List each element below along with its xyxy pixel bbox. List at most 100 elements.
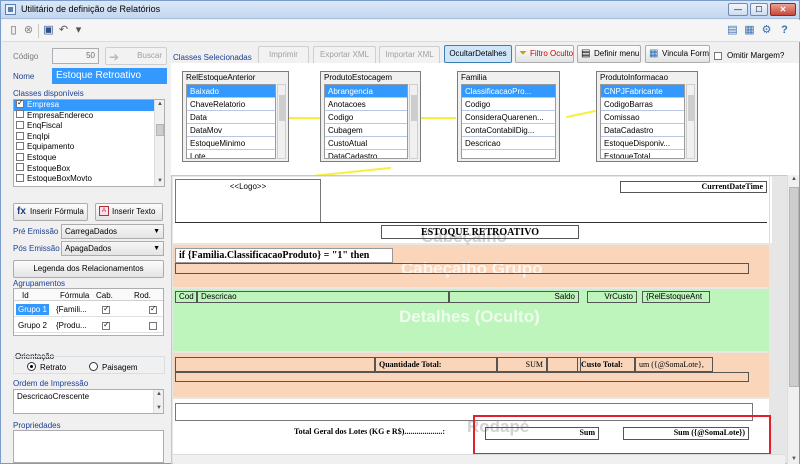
buscar-button[interactable]: ➔ Buscar: [105, 47, 167, 65]
table-field[interactable]: CustoAtual: [325, 137, 407, 150]
cab-checkbox[interactable]: [102, 320, 110, 330]
agrup-id[interactable]: Grupo 1: [16, 304, 49, 315]
table-scrollbar[interactable]: [277, 84, 286, 159]
current-date-time-field[interactable]: CurrentDateTime: [620, 181, 767, 193]
importar-xml-button[interactable]: Importar XML: [379, 46, 440, 64]
filtro-oculto-button[interactable]: ⏷ Filtro Oculto: [515, 45, 574, 63]
save-icon[interactable]: ▣: [42, 24, 55, 37]
group-footer-line-field[interactable]: [175, 372, 749, 382]
table-fields[interactable]: CNPJFabricante CodigoBarras Comissao DataCa…: [600, 84, 685, 159]
scroll-down-icon[interactable]: ▼: [155, 177, 164, 186]
class-list-item[interactable]: Equipamento: [14, 142, 164, 153]
inserir-texto-button[interactable]: A Inserir Texto: [95, 203, 163, 221]
table-field[interactable]: EstoqueDisponiv...: [601, 137, 684, 150]
table-field[interactable]: EstoqueTotal: [601, 150, 684, 158]
codigo-field[interactable]: 50: [52, 48, 99, 64]
class-list-item[interactable]: EstoqueBox: [14, 163, 164, 175]
scroll-up-icon[interactable]: ▲: [788, 175, 800, 184]
table-fields[interactable]: ClassificacaoPro... Codigo ConsideraQuaren…: [461, 84, 556, 159]
scroll-thumb[interactable]: [156, 124, 164, 136]
rod-checkbox[interactable]: [149, 304, 157, 314]
scroll-down-icon[interactable]: ▼: [154, 404, 163, 413]
retrato-radio[interactable]: [27, 362, 36, 371]
dock-icon[interactable]: ▤: [726, 24, 739, 37]
table-produtoestocagem[interactable]: ProdutoEstocagem Abrangencia Anotacoes Cod…: [320, 71, 421, 162]
quantidade-total-field[interactable]: Quantidade Total:: [375, 357, 497, 372]
logo-field[interactable]: <<Logo>>: [175, 179, 321, 223]
help-icon[interactable]: ?: [778, 24, 791, 37]
imprimir-button[interactable]: Imprimir: [258, 46, 309, 64]
scroll-thumb[interactable]: [688, 95, 694, 121]
group-header-line-field[interactable]: [175, 263, 749, 274]
table-field[interactable]: Lote: [187, 150, 275, 158]
inserir-formula-button[interactable]: fx Inserir Fórmula: [13, 203, 88, 221]
table-scrollbar[interactable]: [686, 84, 695, 159]
detail-field-saldo[interactable]: Saldo: [449, 291, 579, 303]
table-field[interactable]: CodigoBarras: [601, 98, 684, 111]
classes-list[interactable]: EmpresaEmpresaEnderecoEnqFiscalEnqIpiEqu…: [13, 99, 165, 187]
detail-field-cod[interactable]: Cod: [175, 291, 197, 303]
paisagem-radio[interactable]: [89, 362, 98, 371]
table-field[interactable]: DataCadastro: [601, 124, 684, 137]
detail-field-relestoqueant[interactable]: {RelEstoqueAnt: [642, 291, 710, 303]
table-field[interactable]: Codigo: [325, 111, 407, 124]
scroll-thumb[interactable]: [279, 95, 285, 121]
table-field[interactable]: Abrangencia: [325, 85, 407, 98]
class-checkbox[interactable]: [16, 131, 24, 140]
total-geral-label[interactable]: Total Geral dos Lotes (KG e R$).........…: [291, 427, 461, 439]
agrup-row[interactable]: Grupo 2 {Produ...: [14, 317, 163, 333]
close-button[interactable]: ✕: [770, 3, 796, 16]
scroll-up-icon[interactable]: ▲: [154, 390, 163, 399]
table-field[interactable]: EstoqueMinimo: [187, 137, 275, 150]
table-field[interactable]: CNPJFabricante: [601, 85, 684, 98]
group-footer-gap-field[interactable]: [547, 357, 581, 372]
agrup-row[interactable]: Grupo 1 {Famili...: [14, 301, 163, 317]
layout-icon[interactable]: ▦: [743, 24, 756, 37]
table-field[interactable]: Descricao: [462, 137, 555, 150]
propriedades-panel[interactable]: [13, 430, 164, 463]
custo-total-field[interactable]: Custo Total:: [577, 357, 635, 372]
detail-field-vrcusto[interactable]: VrCusto: [587, 291, 637, 303]
table-fields[interactable]: Abrangencia Anotacoes Codigo Cubagem CustoAt…: [324, 84, 408, 159]
table-familia[interactable]: Familia ClassificacaoPro... Codigo Conside…: [457, 71, 560, 162]
classes-scrollbar[interactable]: ▲ ▼: [154, 100, 164, 186]
table-field[interactable]: ContaContabilDig...: [462, 124, 555, 137]
class-checkbox[interactable]: [16, 100, 24, 108]
legenda-relacionamentos-button[interactable]: Legenda dos Relacionamentos: [13, 260, 164, 278]
sum-field[interactable]: SUM: [497, 357, 547, 372]
table-field[interactable]: Comissao: [601, 111, 684, 124]
scroll-up-icon[interactable]: ▲: [155, 100, 164, 109]
class-list-item[interactable]: EmpresaEndereco: [14, 110, 164, 122]
designer-vscrollbar[interactable]: ▲ ▼: [787, 175, 799, 464]
agrup-formula[interactable]: {Produ...: [56, 321, 87, 330]
table-field[interactable]: DataMov: [187, 124, 275, 137]
undo-icon[interactable]: ↶: [57, 24, 70, 37]
more-icon[interactable]: ▾: [72, 24, 85, 37]
scroll-down-icon[interactable]: ▼: [788, 455, 800, 464]
report-title-field[interactable]: ESTOQUE RETROATIVO: [381, 225, 579, 239]
class-list-item[interactable]: Empresa: [14, 100, 164, 111]
group-footer-left-field[interactable]: [175, 357, 375, 372]
rod-checkbox[interactable]: [149, 321, 157, 330]
class-checkbox[interactable]: [16, 152, 24, 161]
table-field[interactable]: ConsideraQuarenen...: [462, 111, 555, 124]
omitir-margem-checkbox[interactable]: [714, 51, 722, 60]
pre-emissao-select[interactable]: CarregaDados ▼: [61, 224, 164, 239]
nome-field[interactable]: Estoque Retroativo: [52, 68, 167, 84]
settings-icon[interactable]: ⚙: [760, 24, 773, 37]
table-scrollbar[interactable]: [409, 84, 418, 159]
agrup-id[interactable]: Grupo 2: [16, 320, 49, 331]
maximize-button[interactable]: ☐: [750, 3, 768, 16]
vincula-form-button[interactable]: ▦ Vincula Form: [645, 45, 710, 63]
new-icon[interactable]: ▯: [7, 24, 20, 37]
custo-formula-field[interactable]: um ({@SomaLote},: [635, 357, 713, 372]
agrupamentos-grid[interactable]: Id Fórmula Cab. Rod. Grupo 1{Famili...Gr…: [13, 288, 164, 336]
class-checkbox[interactable]: [16, 174, 24, 183]
designer-hscrollbar[interactable]: [173, 454, 785, 464]
class-checkbox[interactable]: [16, 142, 24, 151]
class-list-item[interactable]: EnqIpi: [14, 131, 164, 143]
ocultar-detalhes-button[interactable]: OcultarDetalhes: [444, 45, 512, 63]
table-field[interactable]: Anotacoes: [325, 98, 407, 111]
delete-icon[interactable]: ⊗: [22, 24, 35, 37]
exportar-xml-button[interactable]: Exportar XML: [313, 46, 376, 64]
